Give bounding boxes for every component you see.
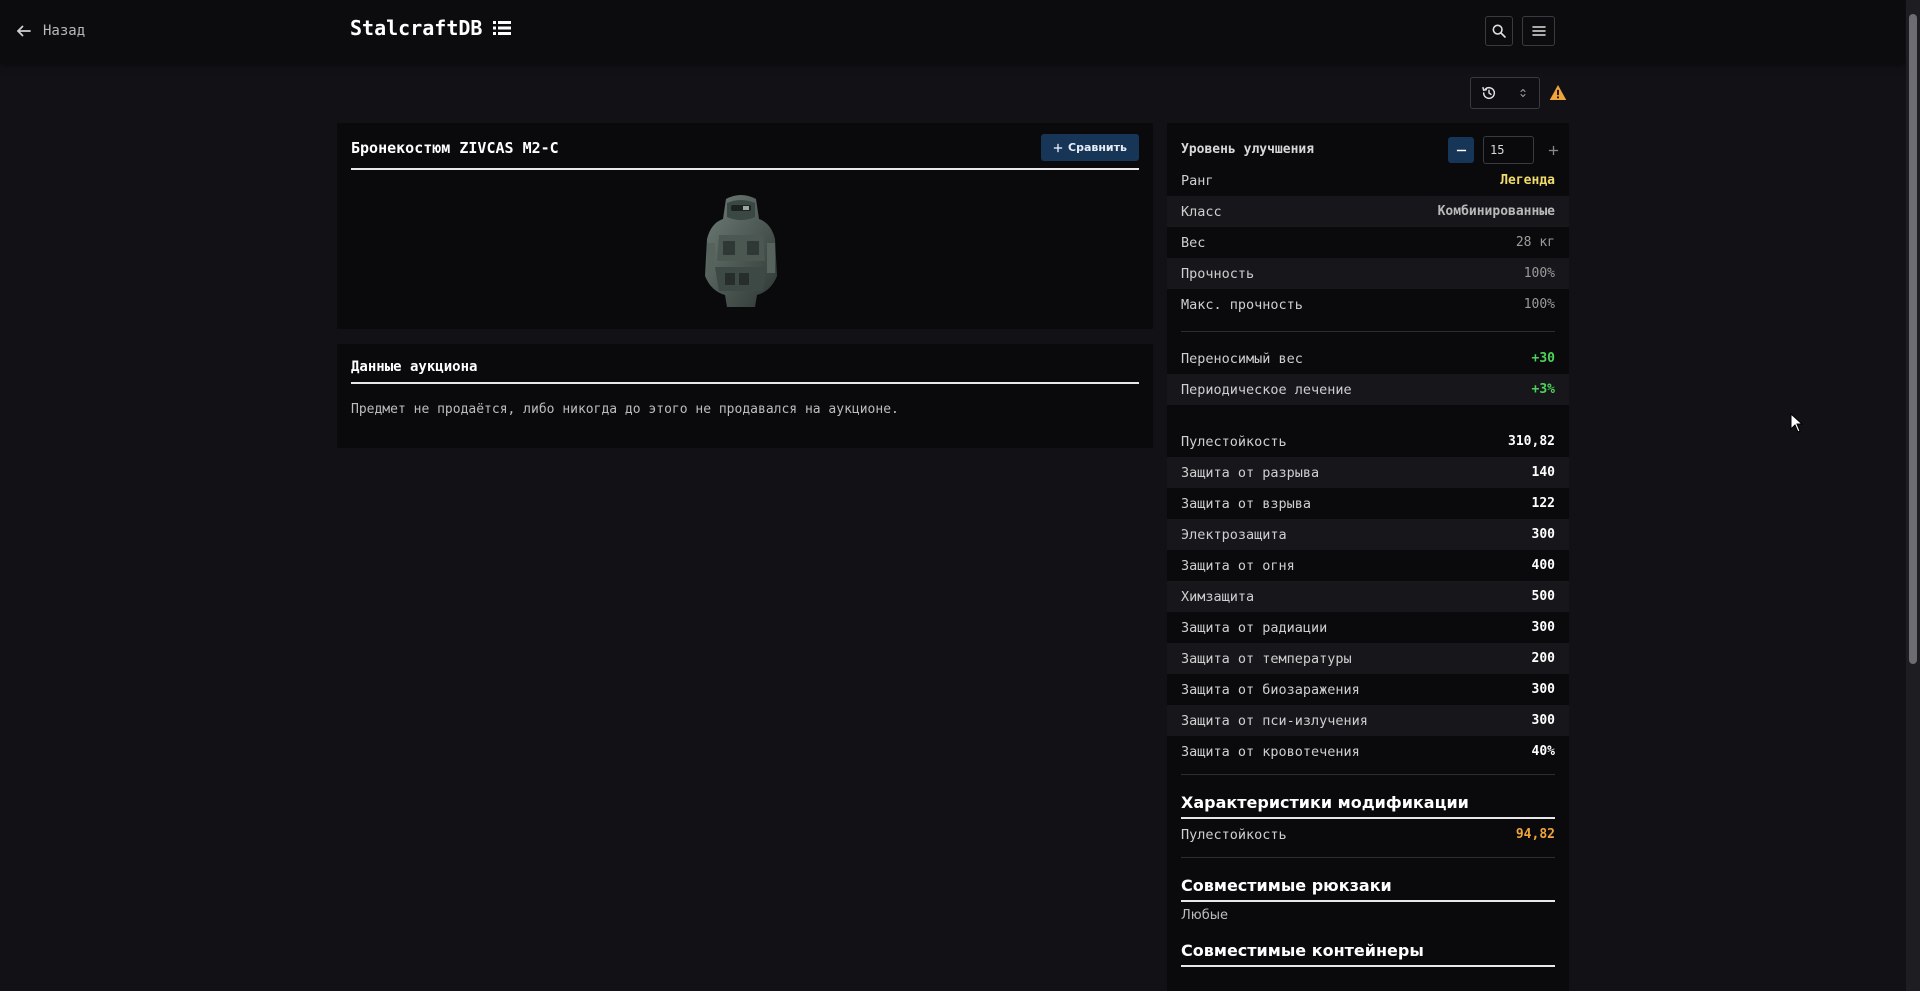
upgrade-level-row: Уровень улучшения <box>1181 123 1558 165</box>
stat-value: +30 <box>1531 351 1555 366</box>
item-card: Бронекостюм ZIVCAS M2-C Сравнить <box>337 123 1153 329</box>
compare-button[interactable]: Сравнить <box>1041 134 1139 161</box>
stat-row-radiation: Защита от радиации 300 <box>1167 612 1569 643</box>
stat-value: 28 кг <box>1515 235 1555 250</box>
stat-value: Комбинированные <box>1437 204 1555 219</box>
stat-row-max-durability: Макс. прочность 100% <box>1167 289 1569 320</box>
stat-label: Макс. прочность <box>1181 296 1303 313</box>
search-button[interactable] <box>1485 16 1513 46</box>
stat-value: 200 <box>1531 651 1555 666</box>
stat-label: Переносимый вес <box>1181 350 1303 367</box>
auction-card: Данные аукциона Предмет не продаётся, ли… <box>337 344 1153 448</box>
scrollbar-thumb[interactable] <box>1909 14 1917 664</box>
stat-row-electro: Электрозащита 300 <box>1167 519 1569 550</box>
stat-value: 40% <box>1531 744 1555 759</box>
history-version-select[interactable] <box>1470 77 1540 109</box>
stat-label: Защита от разрыва <box>1181 464 1320 481</box>
minus-icon <box>1456 149 1466 151</box>
stat-label: Защита от биозаражения <box>1181 681 1360 698</box>
stat-label: Защита от огня <box>1181 557 1295 574</box>
stat-value: 310,82 <box>1508 434 1555 449</box>
stat-value: 500 <box>1531 589 1555 604</box>
stat-row-explosion: Защита от взрыва 122 <box>1167 488 1569 519</box>
armor-suit-icon <box>705 195 777 307</box>
stat-row-carry-weight: Переносимый вес +30 <box>1167 343 1569 374</box>
upgrade-increment-button[interactable] <box>1540 137 1566 163</box>
stat-label: Вес <box>1181 234 1206 251</box>
stat-row-psi: Защита от пси-излучения 300 <box>1167 705 1569 736</box>
stat-row-temperature: Защита от температуры 200 <box>1167 643 1569 674</box>
stat-label: Защита от температуры <box>1181 650 1352 667</box>
stat-label: Класс <box>1181 203 1222 220</box>
stat-label: Защита от пси-излучения <box>1181 712 1368 729</box>
warning-icon[interactable] <box>1549 84 1567 101</box>
stat-value: 140 <box>1531 465 1555 480</box>
title-divider <box>351 168 1139 170</box>
stat-label: Пулестойкость <box>1181 826 1287 843</box>
stat-label: Ранг <box>1181 172 1214 189</box>
stat-row-healing: Периодическое лечение +3% <box>1167 374 1569 405</box>
auction-divider <box>351 382 1139 384</box>
database-list-icon <box>493 21 512 35</box>
upgrade-level-label: Уровень улучшения <box>1181 142 1315 157</box>
stat-row-bullet-resistance: Пулестойкость 310,82 <box>1167 426 1569 457</box>
stat-label: Прочность <box>1181 265 1255 282</box>
backpacks-text: Любые <box>1181 908 1228 923</box>
stat-row-class: Класс Комбинированные <box>1167 196 1569 227</box>
arrow-left-icon <box>17 25 31 37</box>
hamburger-menu-icon <box>1531 26 1546 36</box>
stat-value: 94,82 <box>1515 827 1555 842</box>
plus-icon <box>1053 143 1063 152</box>
plus-icon <box>1548 145 1558 155</box>
stat-label: Защита от кровотечения <box>1181 743 1360 760</box>
stat-label: Периодическое лечение <box>1181 381 1352 398</box>
history-icon <box>1482 86 1496 100</box>
stat-row-rupture: Защита от разрыва 140 <box>1167 457 1569 488</box>
stat-row-biohazard: Защита от биозаражения 300 <box>1167 674 1569 705</box>
stat-value: Легенда <box>1500 173 1555 188</box>
search-icon <box>1492 24 1506 38</box>
top-navbar: Назад StalcraftDB <box>0 0 1905 63</box>
stat-row-rank: Ранг Легенда <box>1167 165 1569 196</box>
menu-button[interactable] <box>1522 16 1555 46</box>
stat-label: Химзащита <box>1181 588 1255 605</box>
chevron-up-down-icon <box>1520 89 1526 97</box>
stat-value: 122 <box>1531 496 1555 511</box>
stat-value: 400 <box>1531 558 1555 573</box>
stat-value: 300 <box>1531 527 1555 542</box>
stat-row-chemical: Химзащита 500 <box>1167 581 1569 612</box>
stat-value: 100% <box>1523 297 1555 312</box>
back-label: Назад <box>43 23 86 39</box>
backpacks-section-title: Совместимые рюкзаки <box>1181 858 1555 902</box>
compare-label: Сравнить <box>1068 141 1127 154</box>
item-title: Бронекостюм ZIVCAS M2-C <box>351 139 559 157</box>
mod-stat-row: Пулестойкость 94,82 <box>1167 819 1569 850</box>
stats-panel: Уровень улучшения Ранг Легенда Класс Ком… <box>1167 123 1569 991</box>
stat-value: +3% <box>1531 382 1555 397</box>
brand-logo[interactable]: StalcraftDB <box>350 16 512 40</box>
auction-title: Данные аукциона <box>351 359 478 375</box>
stat-row-durability: Прочность 100% <box>1167 258 1569 289</box>
stat-label: Пулестойкость <box>1181 433 1287 450</box>
back-button[interactable]: Назад <box>15 20 85 42</box>
stat-value: 300 <box>1531 620 1555 635</box>
stat-row-weight: Вес 28 кг <box>1167 227 1569 258</box>
stat-label: Электрозащита <box>1181 526 1287 543</box>
upgrade-decrement-button[interactable] <box>1448 137 1474 163</box>
auction-message: Предмет не продаётся, либо никогда до эт… <box>351 402 899 417</box>
brand-name: StalcraftDB <box>350 16 483 40</box>
stat-value: 100% <box>1523 266 1555 281</box>
mod-section-title: Характеристики модификации <box>1181 775 1555 819</box>
stat-label: Защита от радиации <box>1181 619 1328 636</box>
stat-row-bleeding: Защита от кровотечения 40% <box>1167 736 1569 767</box>
stat-value: 300 <box>1531 713 1555 728</box>
upgrade-level-input[interactable] <box>1483 136 1534 164</box>
containers-section-title: Совместимые контейнеры <box>1181 923 1555 967</box>
stat-value: 300 <box>1531 682 1555 697</box>
mouse-cursor-icon <box>1790 413 1804 433</box>
stat-row-fire: Защита от огня 400 <box>1167 550 1569 581</box>
stat-label: Защита от взрыва <box>1181 495 1312 512</box>
